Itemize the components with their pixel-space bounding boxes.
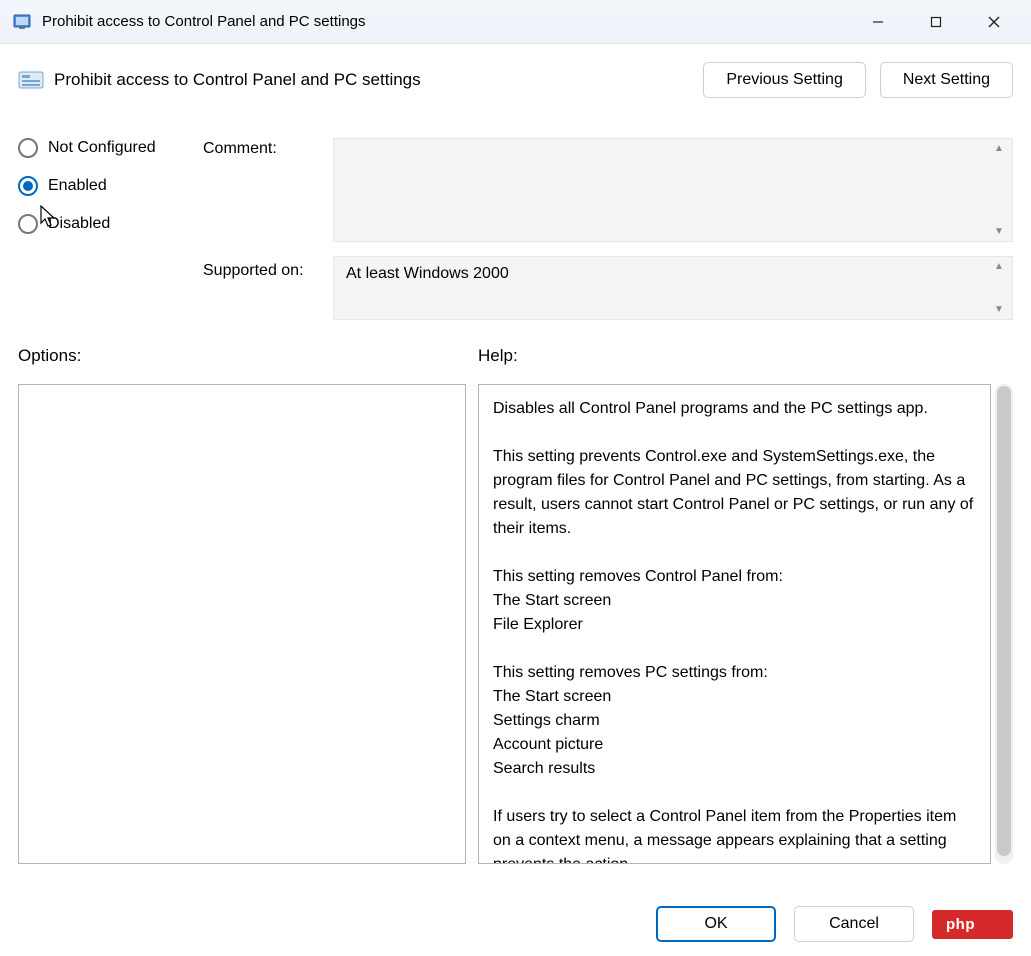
help-text: This setting prevents Control.exe and Sy… <box>493 445 976 541</box>
radio-icon <box>18 214 38 234</box>
supported-on-box: At least Windows 2000 ▲▼ <box>333 256 1013 320</box>
help-text: File Explorer <box>493 613 976 637</box>
window-titlebar: Prohibit access to Control Panel and PC … <box>0 0 1031 44</box>
radio-label: Disabled <box>48 215 110 233</box>
watermark-badge: php <box>932 910 1013 939</box>
help-scrollbar[interactable] <box>995 384 1013 864</box>
supported-on-label: Supported on: <box>203 256 333 320</box>
supported-on-text: At least Windows 2000 <box>346 265 509 282</box>
comment-label: Comment: <box>203 138 333 256</box>
policy-icon <box>18 69 44 91</box>
minimize-button[interactable] <box>849 2 907 42</box>
radio-icon <box>18 176 38 196</box>
app-icon <box>12 12 32 32</box>
ok-button[interactable]: OK <box>656 906 776 942</box>
help-text: This setting removes Control Panel from: <box>493 565 976 589</box>
window-title: Prohibit access to Control Panel and PC … <box>42 13 366 30</box>
maximize-button[interactable] <box>907 2 965 42</box>
comment-input[interactable]: ▲▼ <box>333 138 1013 242</box>
radio-icon <box>18 138 38 158</box>
cancel-button[interactable]: Cancel <box>794 906 914 942</box>
help-text: Disables all Control Panel programs and … <box>493 397 976 421</box>
radio-label: Not Configured <box>48 139 156 157</box>
previous-setting-button[interactable]: Previous Setting <box>703 62 866 98</box>
comment-scroll[interactable]: ▲▼ <box>990 143 1008 237</box>
help-text: This setting removes PC settings from: <box>493 661 976 685</box>
help-scrollbar-thumb[interactable] <box>997 386 1011 856</box>
supported-scroll[interactable]: ▲▼ <box>990 261 1008 315</box>
options-panel <box>18 384 466 864</box>
radio-label: Enabled <box>48 177 107 195</box>
help-text: The Start screen <box>493 589 976 613</box>
help-panel: Disables all Control Panel programs and … <box>478 384 991 864</box>
policy-title: Prohibit access to Control Panel and PC … <box>54 70 421 90</box>
radio-not-configured[interactable]: Not Configured <box>18 138 203 158</box>
radio-enabled[interactable]: Enabled <box>18 176 203 196</box>
help-text: Settings charm <box>493 709 976 733</box>
help-text: Account picture <box>493 733 976 757</box>
help-text: The Start screen <box>493 685 976 709</box>
next-setting-button[interactable]: Next Setting <box>880 62 1013 98</box>
help-label: Help: <box>478 346 1013 366</box>
close-button[interactable] <box>965 2 1023 42</box>
options-label: Options: <box>18 346 466 366</box>
radio-disabled[interactable]: Disabled <box>18 214 203 234</box>
help-text: Search results <box>493 757 976 781</box>
help-text: If users try to select a Control Panel i… <box>493 805 976 864</box>
